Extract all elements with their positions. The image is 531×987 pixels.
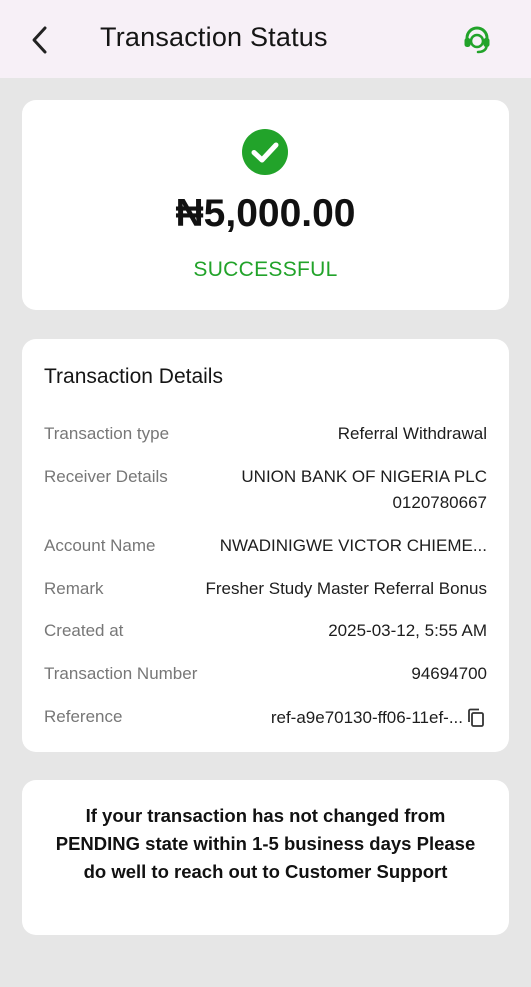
back-button[interactable]: [22, 20, 58, 60]
detail-value: 2025-03-12, 5:55 AM: [328, 621, 487, 640]
app-header: Transaction Status: [0, 0, 531, 78]
customer-support-button[interactable]: [460, 22, 494, 56]
detail-label: Transaction Number: [44, 664, 198, 683]
detail-value: UNION BANK OF NIGERIA PLC: [241, 467, 487, 486]
detail-label: Transaction type: [44, 424, 170, 443]
transaction-amount: ₦5,000.00: [175, 192, 356, 235]
detail-value: Referral Withdrawal: [337, 424, 487, 443]
page-title: Transaction Status: [100, 22, 328, 52]
detail-label: Remark: [44, 579, 104, 598]
detail-value: ref-a9e70130-ff06-11ef-...: [270, 708, 463, 727]
details-title: Transaction Details: [44, 365, 223, 388]
support-note-text: If your transaction has not changed from…: [55, 805, 476, 882]
transaction-details-card: Transaction Details Transaction type Ref…: [22, 339, 509, 752]
detail-label: Reference: [44, 707, 123, 726]
status-card: ₦5,000.00 SUCCESSFUL: [22, 100, 509, 310]
detail-label: Receiver Details: [44, 467, 168, 486]
chevron-left-icon: [32, 26, 47, 54]
status-badge: SUCCESSFUL: [193, 258, 338, 281]
detail-label: Account Name: [44, 536, 156, 555]
detail-label: Created at: [44, 621, 124, 640]
success-check-icon: [242, 129, 288, 175]
copy-icon: [468, 708, 484, 727]
support-note-card: If your transaction has not changed from…: [22, 780, 509, 935]
headset-icon: [464, 26, 490, 54]
detail-value: 94694700: [411, 664, 487, 683]
detail-value: Fresher Study Master Referral Bonus: [205, 579, 487, 598]
copy-reference-button[interactable]: [467, 707, 487, 729]
detail-value-account-number: 0120780667: [392, 493, 487, 512]
detail-value: NWADINIGWE VICTOR CHIEME...: [219, 536, 487, 555]
